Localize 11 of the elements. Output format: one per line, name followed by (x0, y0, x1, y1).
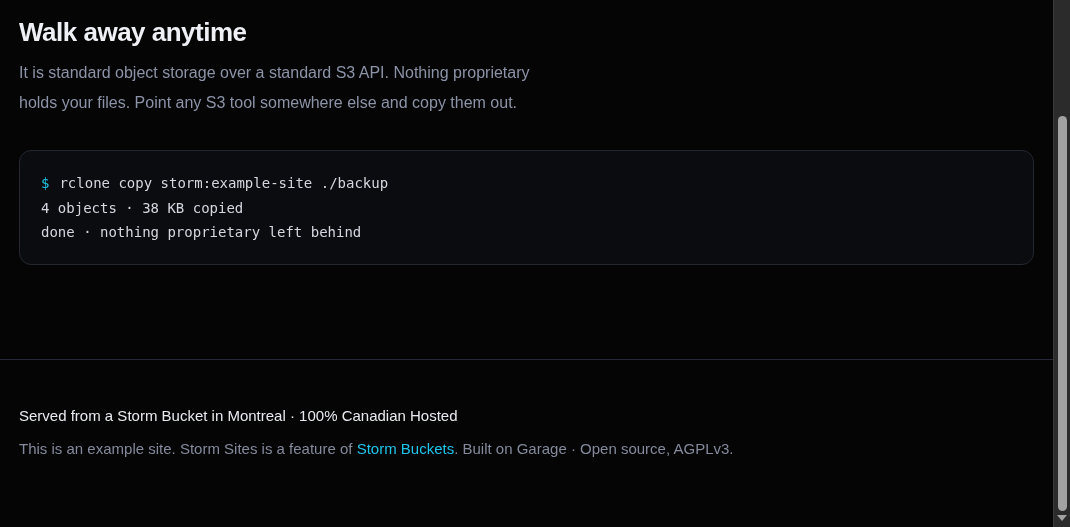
terminal-prompt: $ (41, 175, 50, 192)
footer-credits: This is an example site. Storm Sites is a feature of Storm Buckets. Built on Garage · Open source, AGPLv3. (19, 438, 735, 459)
section-description: It is standard object storage over a standard S3 API. Nothing proprietary holds your files. Point any S3 tool somewhere else and copy them out. (19, 63, 531, 114)
scrollbar[interactable] (1053, 0, 1070, 527)
scrollbar-thumb[interactable] (1057, 116, 1067, 511)
terminal-output: done · nothing proprietary left behind (41, 223, 363, 243)
scroll-down-arrow-icon[interactable] (1057, 515, 1067, 521)
section-heading: Walk away anytime (19, 17, 248, 49)
footer-hosting-note: Served from a Storm Bucket in Montreal · 100% Canadian Hosted (19, 406, 459, 426)
terminal-output: 4 objects · 38 KB copied (41, 198, 245, 218)
terminal-command: rclone copy storm:example-site ./backup (59, 175, 389, 192)
